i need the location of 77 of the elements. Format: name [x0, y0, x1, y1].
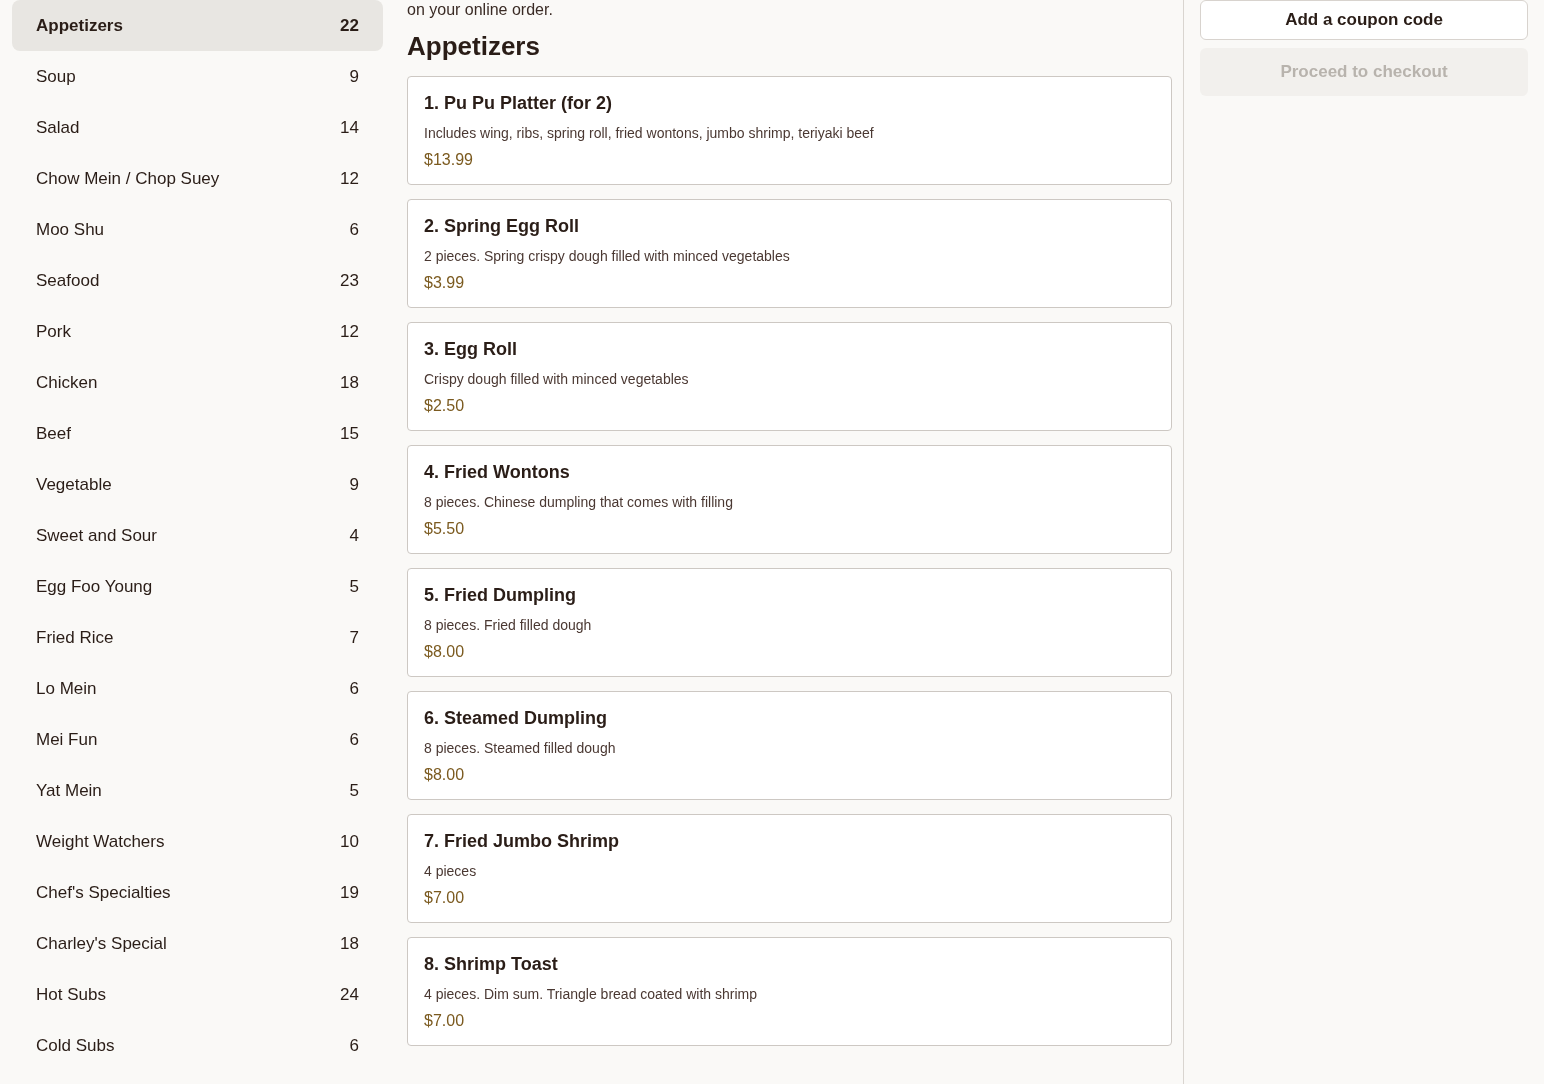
item-count: 14: [340, 117, 359, 138]
item-count: 18: [340, 372, 359, 393]
item-title: 7. Fried Jumbo Shrimp: [424, 830, 621, 852]
category-item[interactable]: Charley's Special 18: [12, 918, 383, 969]
category-item[interactable]: Vegetable 9: [12, 459, 383, 510]
menu-item-card[interactable]: 7. Fried Jumbo Shrimp 4 pieces $7.00: [407, 814, 1172, 923]
item-count: 12: [340, 168, 359, 189]
item-description: 4 pieces. Dim sum. Triangle bread coated with shrimp: [424, 985, 759, 1003]
category-item[interactable]: Soup 9: [12, 51, 383, 102]
menu-item-card[interactable]: 6. Steamed Dumpling 8 pieces. Steamed filled dough $8.00: [407, 691, 1172, 800]
item-count: 9: [349, 474, 359, 495]
item-title: 3. Egg Roll: [424, 338, 518, 360]
item-title: 5. Fried Dumpling: [424, 584, 577, 606]
category-item[interactable]: Sweet and Sour 4: [12, 510, 383, 561]
category-item[interactable]: Egg Foo Young 5: [12, 561, 383, 612]
menu-item-card[interactable]: 4. Fried Wontons 8 pieces. Chinese dumpling that comes with filling $5.50: [407, 445, 1172, 554]
item-count: 10: [340, 831, 359, 852]
item-title: 2. Spring Egg Roll: [424, 215, 580, 237]
item-title: 6. Steamed Dumpling: [424, 707, 609, 729]
item-count: 15: [340, 423, 359, 444]
item-count: 23: [340, 270, 359, 291]
item-count: 5: [349, 780, 359, 801]
item-count: 7: [349, 627, 359, 648]
category-item[interactable]: Salad 14: [12, 102, 383, 153]
category-item[interactable]: Mei Fun 6: [12, 714, 383, 765]
item-price: $5.50: [424, 519, 466, 539]
category-item[interactable]: Chow Mein / Chop Suey 12: [12, 153, 383, 204]
item-title: 1. Pu Pu Platter (for 2): [424, 92, 614, 114]
category-item[interactable]: Fried Rice 7: [12, 612, 383, 663]
item-count: 6: [349, 678, 359, 699]
category-item[interactable]: Lo Mein 6: [12, 663, 383, 714]
category-item[interactable]: Cold Subs 6: [12, 1020, 383, 1071]
menu-item-card[interactable]: 5. Fried Dumpling 8 pieces. Fried filled dough $8.00: [407, 568, 1172, 677]
item-count: 19: [340, 882, 359, 903]
item-description: Includes wing, ribs, spring roll, fried wontons, jumbo shrimp, teriyaki beef: [424, 124, 875, 142]
item-count: 18: [340, 933, 359, 954]
item-price: $2.50: [424, 396, 466, 416]
item-price: $7.00: [424, 888, 466, 908]
category-item[interactable]: Appetizers 22: [12, 0, 383, 51]
item-count: 6: [349, 219, 359, 240]
item-count: 4: [349, 525, 359, 546]
item-count: 6: [349, 1035, 359, 1056]
item-description: 4 pieces: [424, 862, 478, 880]
item-count: 12: [340, 321, 359, 342]
category-item[interactable]: Hot Subs 24: [12, 969, 383, 1020]
item-description: Crispy dough filled with minced vegetables: [424, 370, 690, 388]
item-count: 24: [340, 984, 359, 1005]
item-description: 8 pieces. Steamed filled dough: [424, 739, 617, 757]
item-price: $7.00: [424, 1011, 466, 1031]
item-count: 5: [349, 576, 359, 597]
item-price: $3.99: [424, 273, 466, 293]
item-count: 6: [349, 729, 359, 750]
category-item[interactable]: Chicken 18: [12, 357, 383, 408]
category-item[interactable]: Pork 12: [12, 306, 383, 357]
category-item[interactable]: Chef's Specialties 19: [12, 867, 383, 918]
menu-item-card[interactable]: 3. Egg Roll Crispy dough filled with minced vegetables $2.50: [407, 322, 1172, 431]
item-price: $8.00: [424, 765, 466, 785]
category-item[interactable]: Weight Watchers 10: [12, 816, 383, 867]
menu-item-card[interactable]: 2. Spring Egg Roll 2 pieces. Spring crispy dough filled with minced vegetables $3.99: [407, 199, 1172, 308]
category-item[interactable]: Yat Mein 5: [12, 765, 383, 816]
item-title: 4. Fried Wontons: [424, 461, 571, 483]
intro-text: on your online order.: [407, 0, 554, 20]
item-count: 9: [349, 66, 359, 87]
item-count: 22: [340, 15, 359, 36]
category-item[interactable]: Moo Shu 6: [12, 204, 383, 255]
category-item[interactable]: Seafood 23: [12, 255, 383, 306]
item-description: 8 pieces. Chinese dumpling that comes with filling: [424, 493, 734, 511]
coupon-button[interactable]: Add a coupon code: [1200, 0, 1528, 40]
item-title: 8. Shrimp Toast: [424, 953, 559, 975]
category-item[interactable]: Beef 15: [12, 408, 383, 459]
item-price: $13.99: [424, 150, 474, 170]
item-description: 2 pieces. Spring crispy dough filled with minced vegetables: [424, 247, 791, 265]
section-heading: Appetizers: [407, 30, 541, 62]
menu-item-card[interactable]: 1. Pu Pu Platter (for 2) Includes wing, ribs, spring roll, fried wontons, jumbo shrimp, teriyaki beef $13.99: [407, 76, 1172, 185]
item-price: $8.00: [424, 642, 466, 662]
menu-item-card[interactable]: 8. Shrimp Toast 4 pieces. Dim sum. Triangle bread coated with shrimp $7.00: [407, 937, 1172, 1046]
item-description: 8 pieces. Fried filled dough: [424, 616, 593, 634]
